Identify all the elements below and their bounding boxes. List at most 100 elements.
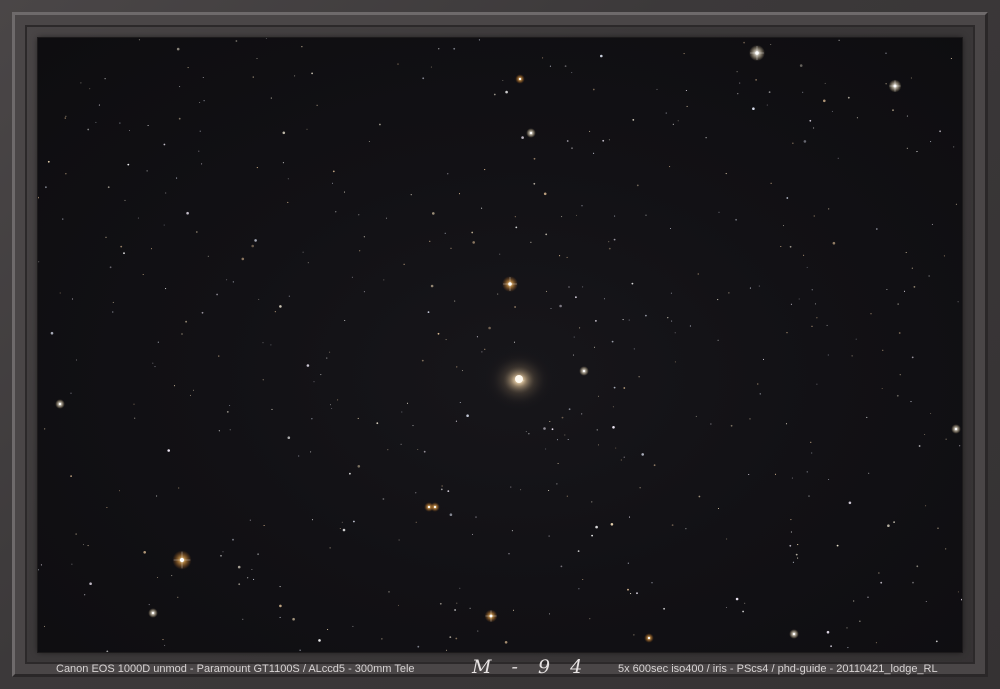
faint-star xyxy=(515,226,518,229)
star-field-photo xyxy=(38,38,962,652)
faint-star xyxy=(497,293,499,295)
faint-star xyxy=(866,416,868,418)
faint-star xyxy=(859,620,861,622)
faint-star xyxy=(271,408,273,410)
bright-star xyxy=(427,505,431,509)
bright-stars xyxy=(55,45,961,643)
faint-star xyxy=(768,91,771,93)
faint-star xyxy=(762,358,765,360)
faint-star xyxy=(95,121,97,123)
faint-star xyxy=(342,528,346,532)
faint-star xyxy=(247,577,249,579)
faint-star xyxy=(533,157,536,160)
faint-star xyxy=(87,545,89,547)
faint-star xyxy=(728,292,730,294)
faint-star xyxy=(327,628,329,631)
faint-star xyxy=(65,115,67,117)
faint-star xyxy=(226,411,229,413)
faint-star xyxy=(737,93,739,95)
faint-star xyxy=(568,408,571,411)
faint-star xyxy=(916,151,918,153)
faint-star xyxy=(591,501,593,503)
faint-star xyxy=(237,565,241,569)
faint-star xyxy=(437,332,440,335)
faint-star xyxy=(928,275,930,277)
faint-star xyxy=(571,72,573,74)
faint-star xyxy=(955,203,957,205)
faint-star xyxy=(893,521,895,523)
faint-star xyxy=(910,401,912,403)
faint-star xyxy=(578,588,580,590)
faint-star xyxy=(454,609,456,611)
faint-star xyxy=(43,625,46,627)
faint-star xyxy=(789,245,792,248)
faint-star xyxy=(71,563,73,565)
faint-star xyxy=(89,88,91,90)
faint-star xyxy=(147,124,149,127)
faint-star xyxy=(50,331,54,335)
faint-star xyxy=(232,281,234,283)
faint-star xyxy=(143,551,146,554)
faint-star xyxy=(639,487,641,489)
faint-star xyxy=(229,429,231,431)
faint-star xyxy=(472,241,476,244)
faint-star xyxy=(685,528,687,530)
faint-star xyxy=(669,227,672,230)
faint-star xyxy=(475,516,477,518)
faint-star xyxy=(138,39,140,41)
faint-star xyxy=(851,355,853,357)
faint-star xyxy=(786,197,789,199)
faint-star xyxy=(564,434,566,436)
faint-star xyxy=(582,578,584,581)
faint-star xyxy=(311,519,314,521)
faint-star xyxy=(885,83,887,85)
faint-star xyxy=(677,120,679,122)
faint-star xyxy=(307,262,309,264)
faint-star xyxy=(582,286,584,288)
faint-star xyxy=(828,208,830,210)
faint-star xyxy=(62,218,64,220)
faint-star xyxy=(945,548,947,550)
faint-star xyxy=(430,284,434,288)
faint-star xyxy=(925,600,927,603)
faint-star xyxy=(335,211,337,213)
faint-star xyxy=(736,71,738,73)
faint-star xyxy=(343,191,346,193)
faint-star xyxy=(521,136,524,139)
faint-star xyxy=(514,306,516,308)
faint-star xyxy=(744,602,746,604)
faint-star xyxy=(417,448,419,451)
faint-star xyxy=(633,634,635,636)
faint-star xyxy=(589,130,591,132)
faint-star xyxy=(89,582,92,585)
faint-star xyxy=(686,105,688,107)
faint-star xyxy=(848,501,852,505)
galaxy-m94 xyxy=(485,350,553,410)
faint-star xyxy=(758,285,760,287)
faint-star xyxy=(484,169,486,171)
faint-star xyxy=(162,639,164,641)
faint-star xyxy=(357,417,359,419)
faint-star xyxy=(186,211,189,215)
faint-star xyxy=(795,553,798,556)
faint-star xyxy=(910,77,912,79)
faint-star xyxy=(106,506,108,509)
faint-star xyxy=(797,557,799,559)
faint-star xyxy=(735,218,737,221)
faint-star xyxy=(262,379,264,381)
faint-star xyxy=(311,72,313,75)
faint-star xyxy=(528,433,530,435)
faint-star xyxy=(596,429,598,431)
faint-star xyxy=(388,591,390,593)
faint-star xyxy=(880,581,883,584)
faint-star xyxy=(831,110,833,112)
faint-star xyxy=(406,402,409,404)
faint-star xyxy=(911,356,914,359)
faint-star xyxy=(142,273,144,276)
bright-star xyxy=(433,505,437,509)
faint-star xyxy=(906,147,908,149)
faint-star xyxy=(717,339,719,341)
faint-star xyxy=(316,104,318,106)
faint-star xyxy=(173,385,176,387)
faint-star xyxy=(415,492,417,494)
